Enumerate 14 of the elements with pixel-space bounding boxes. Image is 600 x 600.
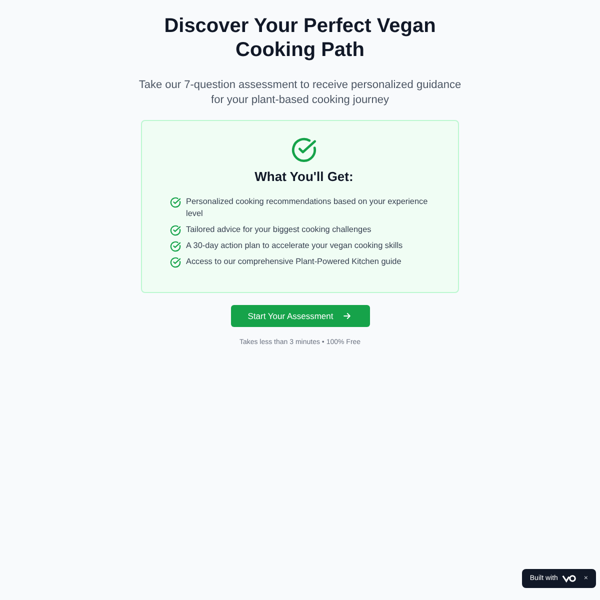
check-circle-icon — [170, 241, 181, 252]
check-circle-icon — [291, 137, 317, 163]
benefit-text: Access to our comprehensive Plant-Powered Kitchen guide — [186, 256, 402, 268]
logo-icon — [562, 574, 576, 583]
arrow-right-icon — [342, 311, 352, 321]
check-circle-icon — [170, 225, 181, 236]
page-title: Discover Your Perfect Vegan Cooking Path — [163, 14, 437, 62]
subtitle: Take our 7-question assessment to receive personalized guidance for your plant-based cooking journey — [138, 78, 462, 108]
benefit-text: Tailored advice for your biggest cooking challenges — [186, 224, 372, 236]
benefit-text: Personalized cooking recommendations based on your experience level — [186, 196, 429, 220]
check-circle-icon — [170, 257, 181, 268]
benefit-text: A 30-day action plan to accelerate your vegan cooking skills — [186, 240, 403, 252]
card-heading: What You'll Get: — [254, 169, 354, 184]
check-circle-icon — [170, 197, 181, 208]
